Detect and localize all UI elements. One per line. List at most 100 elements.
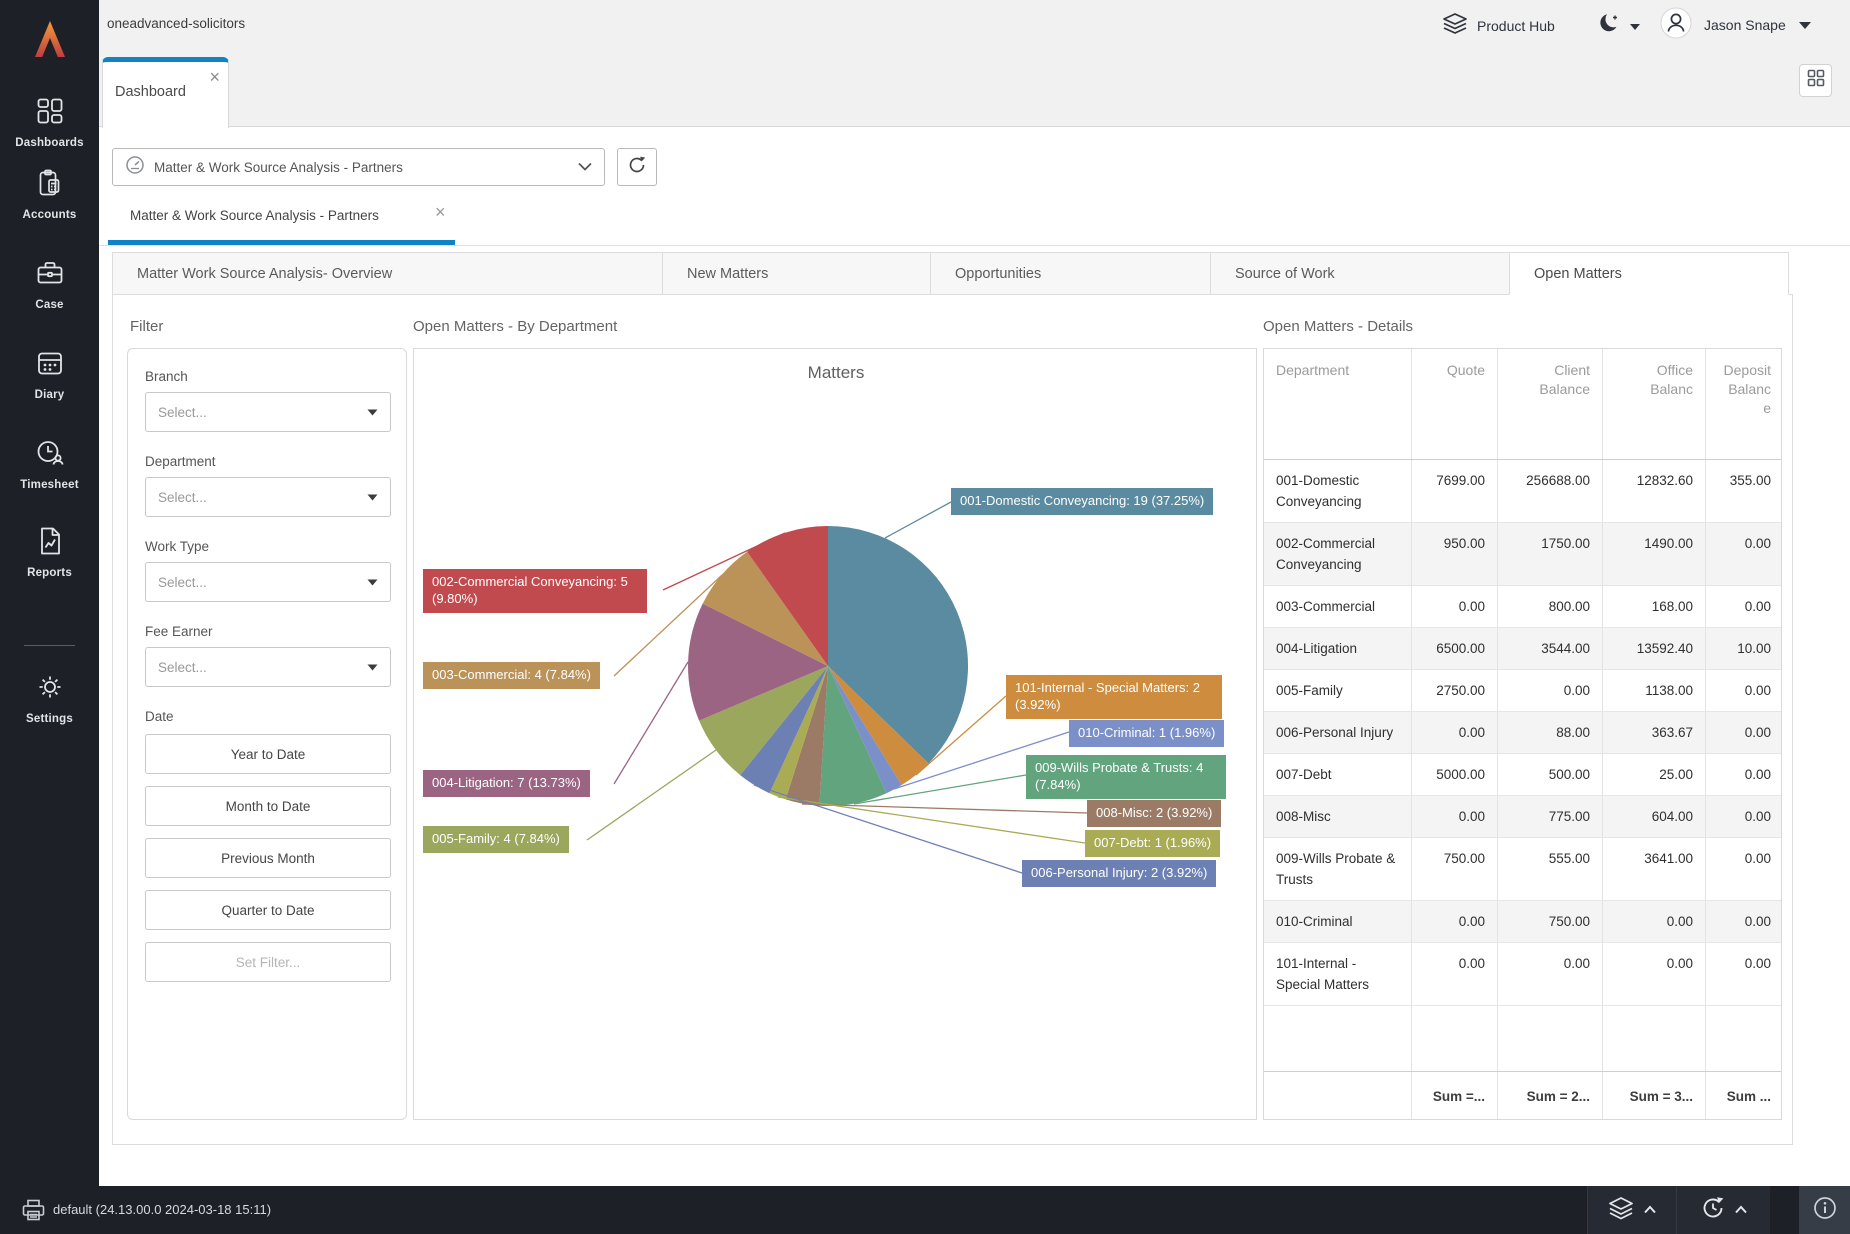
- label-leader-line: [587, 750, 716, 840]
- pie-label-004: 004-Litigation: 7 (13.73%): [423, 770, 590, 797]
- select-placeholder: Select...: [158, 575, 367, 590]
- sidebar-item-case[interactable]: Case: [0, 258, 99, 311]
- view-tab-opportunities[interactable]: Opportunities: [930, 252, 1211, 295]
- sidebar-item-settings[interactable]: Settings: [0, 672, 99, 725]
- gauge-icon: [125, 155, 145, 180]
- department-cell: 001-Domestic Conveyancing: [1264, 460, 1411, 522]
- fee-earner-select[interactable]: Select...: [145, 647, 391, 687]
- previous-month-button[interactable]: Previous Month: [145, 838, 391, 878]
- close-icon[interactable]: ×: [435, 202, 446, 223]
- department-cell: 007-Debt: [1264, 754, 1411, 795]
- department-label: Department: [145, 454, 390, 469]
- close-icon[interactable]: ×: [209, 70, 220, 84]
- view-tab-source-of-work[interactable]: Source of Work: [1210, 252, 1510, 295]
- pie-chart-panel: Matters 001-Domestic Conveyancing: 19 (3…: [413, 348, 1257, 1120]
- chevron-down-icon: [1629, 18, 1641, 36]
- table-row-101[interactable]: 101-Internal - Special Matters0.000.000.…: [1264, 943, 1781, 1006]
- value-cell: 7699.00: [1411, 460, 1497, 522]
- table-row-010[interactable]: 010-Criminal0.00750.000.000.00: [1264, 901, 1781, 943]
- year-to-date-button[interactable]: Year to Date: [145, 734, 391, 774]
- date-label: Date: [145, 709, 390, 724]
- department-cell: 006-Personal Injury: [1264, 712, 1411, 753]
- theme-toggle[interactable]: [1598, 12, 1641, 41]
- table-row-007[interactable]: 007-Debt5000.00500.0025.000.00: [1264, 754, 1781, 796]
- department-cell: 008-Misc: [1264, 796, 1411, 837]
- dashboards-icon: [35, 96, 65, 131]
- grid-icon: [1807, 69, 1825, 92]
- moon-icon: [1598, 12, 1622, 41]
- value-cell: 500.00: [1497, 754, 1602, 795]
- user-name: Jason Snape: [1704, 17, 1786, 33]
- view-tab-new-matters[interactable]: New Matters: [662, 252, 931, 295]
- table-row-008[interactable]: 008-Misc0.00775.00604.000.00: [1264, 796, 1781, 838]
- set-filter-button[interactable]: Set Filter...: [145, 942, 391, 982]
- table-row-009[interactable]: 009-Wills Probate & Trusts750.00555.0036…: [1264, 838, 1781, 901]
- value-cell: 1490.00: [1602, 523, 1705, 585]
- sync-status-button[interactable]: [1676, 1186, 1770, 1234]
- department-cell: 003-Commercial: [1264, 586, 1411, 627]
- integrations-panel-button[interactable]: [1587, 1186, 1676, 1234]
- column-header-department[interactable]: Department: [1264, 349, 1411, 459]
- dashboard-picker-select[interactable]: Matter & Work Source Analysis - Partners: [112, 148, 605, 186]
- value-cell: 12832.60: [1602, 460, 1705, 522]
- pie-label-002: 002-Commercial Conveyancing: 5 (9.80%): [423, 569, 647, 613]
- value-cell: 0.00: [1705, 712, 1783, 753]
- sidebar-item-timesheet[interactable]: Timesheet: [0, 438, 99, 491]
- table-row-006[interactable]: 006-Personal Injury0.0088.00363.670.00: [1264, 712, 1781, 754]
- table-row-002[interactable]: 002-Commercial Conveyancing950.001750.00…: [1264, 523, 1781, 586]
- column-header-client-balance[interactable]: Client Balance: [1497, 349, 1602, 459]
- table-row-004[interactable]: 004-Litigation6500.003544.0013592.4010.0…: [1264, 628, 1781, 670]
- sidebar-item-dashboards[interactable]: Dashboards: [0, 96, 99, 149]
- month-to-date-button[interactable]: Month to Date: [145, 786, 391, 826]
- table-row-005[interactable]: 005-Family2750.000.001138.000.00: [1264, 670, 1781, 712]
- value-cell: 88.00: [1497, 712, 1602, 753]
- product-hub-button[interactable]: Product Hub: [1442, 12, 1555, 39]
- table-row-001[interactable]: 001-Domestic Conveyancing7699.00256688.0…: [1264, 460, 1781, 523]
- value-cell: 0.00: [1705, 943, 1783, 1005]
- accounts-icon: [35, 168, 65, 203]
- info-button[interactable]: [1799, 1186, 1850, 1234]
- layers-icon: [1607, 1195, 1635, 1226]
- filter-section-title: Filter: [130, 318, 163, 335]
- dashboard-layout-button[interactable]: [1799, 64, 1832, 97]
- sum-cell: Sum = 2...: [1497, 1072, 1602, 1119]
- quarter-to-date-button[interactable]: Quarter to Date: [145, 890, 391, 930]
- timesheet-icon: [35, 438, 65, 473]
- pinned-dashboard-tab[interactable]: Matter & Work Source Analysis - Partners…: [108, 196, 455, 245]
- chevron-up-icon: [1734, 1201, 1748, 1219]
- value-cell: 0.00: [1497, 943, 1602, 1005]
- value-cell: 750.00: [1497, 901, 1602, 942]
- branch-select[interactable]: Select...: [145, 392, 391, 432]
- column-header-office-balanc[interactable]: Office Balanc: [1602, 349, 1705, 459]
- sidebar-item-accounts[interactable]: Accounts: [0, 168, 99, 221]
- user-menu[interactable]: Jason Snape: [1660, 7, 1812, 42]
- empty-cell: [1264, 1006, 1411, 1071]
- fee-earner-label: Fee Earner: [145, 624, 390, 639]
- department-cell: 004-Litigation: [1264, 628, 1411, 669]
- pie-label-006: 006-Personal Injury: 2 (3.92%): [1022, 860, 1216, 887]
- work-type-select[interactable]: Select...: [145, 562, 391, 602]
- tab-dashboard[interactable]: Dashboard ×: [102, 57, 229, 128]
- sum-cell: Sum = 3...: [1602, 1072, 1705, 1119]
- value-cell: 3544.00: [1497, 628, 1602, 669]
- view-tab-open-matters[interactable]: Open Matters: [1509, 252, 1789, 295]
- value-cell: 0.00: [1411, 943, 1497, 1005]
- value-cell: 0.00: [1602, 943, 1705, 1005]
- column-header-deposit-balance[interactable]: Deposit Balance: [1705, 349, 1783, 459]
- pie-label-010: 010-Criminal: 1 (1.96%): [1069, 720, 1224, 747]
- branch-label: Branch: [145, 369, 390, 384]
- table-row-003[interactable]: 003-Commercial0.00800.00168.000.00: [1264, 586, 1781, 628]
- value-cell: 0.00: [1705, 670, 1783, 711]
- view-tab-matter-work-source-analysis-overview[interactable]: Matter Work Source Analysis- Overview: [112, 252, 663, 295]
- column-header-quote[interactable]: Quote: [1411, 349, 1497, 459]
- pie-label-009: 009-Wills Probate & Trusts: 4 (7.84%): [1026, 755, 1226, 799]
- department-select[interactable]: Select...: [145, 477, 391, 517]
- value-cell: 25.00: [1602, 754, 1705, 795]
- sidebar-item-label: Dashboards: [15, 137, 83, 149]
- sidebar-item-diary[interactable]: Diary: [0, 348, 99, 401]
- value-cell: 0.00: [1705, 754, 1783, 795]
- sidebar-item-reports[interactable]: Reports: [0, 526, 99, 579]
- refresh-dashboard-button[interactable]: [617, 148, 657, 186]
- pinned-dashboard-tab-label: Matter & Work Source Analysis - Partners: [130, 208, 379, 223]
- department-cell: 101-Internal - Special Matters: [1264, 943, 1411, 1005]
